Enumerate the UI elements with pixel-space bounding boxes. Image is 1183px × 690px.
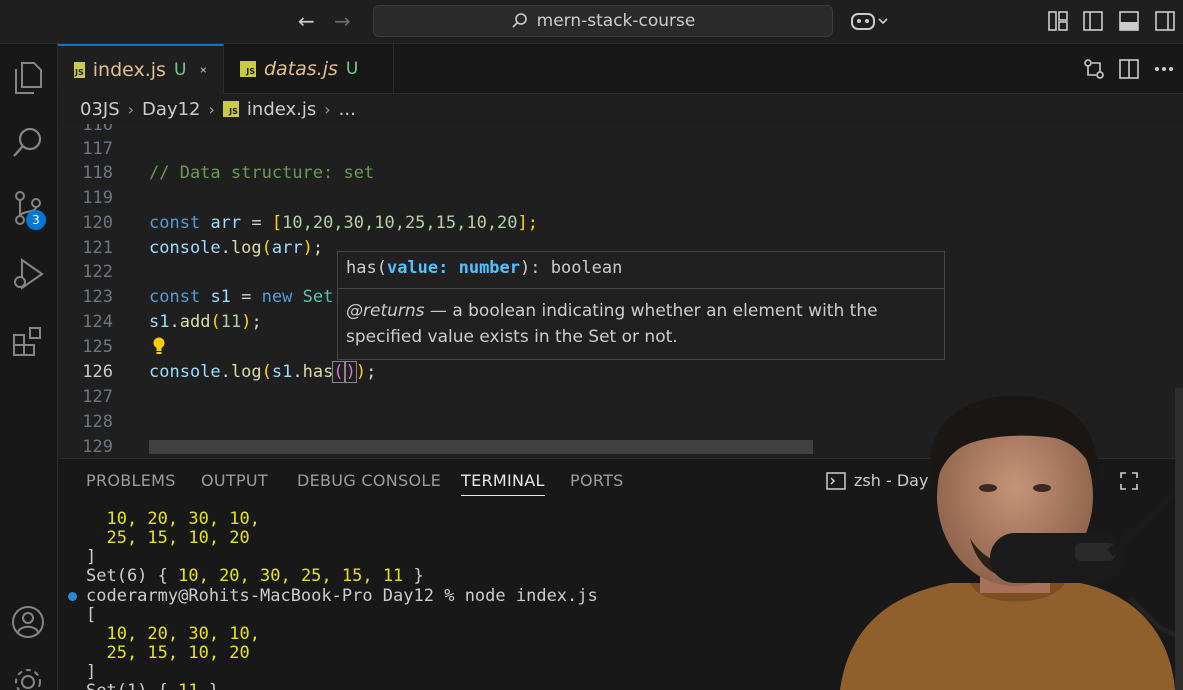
code-line: 116 [82,124,113,135]
breadcrumb-folder[interactable]: Day12 [142,99,200,120]
breadcrumb-symbol[interactable]: ... [339,99,356,120]
copilot-icon[interactable] [850,10,890,32]
source-control-badge: 3 [26,210,46,230]
breadcrumb: 03JS › Day12 › JS index.js › ... [80,96,356,122]
javascript-file-icon: JS [74,62,85,78]
terminal-line: Set(1) { 11 } [86,682,219,690]
back-arrow-icon[interactable]: ← [298,9,315,33]
code-line: 118// Data structure: set [82,163,375,183]
title-bar: ← → mern-stack-course [0,0,1183,44]
command-center-search[interactable]: mern-stack-course [373,5,833,37]
webcam-overlay [830,388,1183,690]
search-icon [512,13,527,28]
tab-output[interactable]: OUTPUT [201,471,268,490]
hover-signature: has(value: number): boolean [346,258,623,278]
toggle-panel-icon[interactable] [1119,11,1139,31]
run-and-debug-icon[interactable] [8,254,48,294]
tab-status: U [345,59,359,79]
open-changes-icon[interactable] [1083,58,1105,80]
lightbulb-icon[interactable] [152,337,166,355]
chevron-right-icon: › [324,99,331,119]
search-icon[interactable] [8,122,48,162]
tab-datas-js[interactable]: JS datas.js U [224,44,394,94]
tab-ports[interactable]: PORTS [570,471,624,490]
terminal-line: Set(6) { 10, 20, 30, 25, 15, 11 } [86,566,424,586]
terminal-line: 10, 20, 30, 10, [86,624,260,644]
forward-arrow-icon[interactable]: → [334,9,351,33]
tab-debug-console[interactable]: DEBUG CONSOLE [297,471,441,490]
terminal-line: ] [86,547,97,567]
accounts-icon[interactable] [8,602,48,642]
horizontal-scrollbar[interactable] [149,440,813,454]
hover-documentation: @returns — a boolean indicating whether … [346,301,878,347]
chevron-right-icon: › [127,99,135,119]
explorer-icon[interactable] [8,58,48,98]
tab-index-js[interactable]: JS index.js U [58,44,224,94]
tab-label: datas.js [264,58,338,80]
command-status-dot [68,592,77,601]
breadcrumb-folder[interactable]: 03JS [80,99,120,120]
search-text: mern-stack-course [536,11,696,31]
terminal-line: [ [86,605,97,625]
tab-status: U [173,60,187,80]
code-line: 117 [82,139,113,159]
editor-tabs: JS index.js U JS datas.js U [58,44,1183,94]
terminal-line: ] [86,662,97,682]
code-line: 119 [82,188,113,208]
tab-label: index.js [92,59,166,81]
split-editor-icon[interactable] [1119,59,1139,79]
manage-gear-icon[interactable] [8,662,48,690]
breadcrumb-file[interactable]: index.js [247,99,316,120]
terminal-line: 25, 15, 10, 20 [86,643,250,663]
code-line: 126 console.log(s1.has()); [82,361,377,383]
toggle-secondary-sidebar-icon[interactable] [1155,11,1175,31]
terminal-line: coderarmy@Rohits-MacBook-Pro Day12 % nod… [86,586,598,606]
activity-bar: 3 [0,44,58,690]
extensions-icon[interactable] [8,322,48,362]
javascript-file-icon: JS [240,61,256,77]
javascript-file-icon: JS [222,101,239,117]
tab-terminal[interactable]: TERMINAL [461,471,545,496]
tab-problems[interactable]: PROBLEMS [86,471,176,490]
terminal-line: 25, 15, 10, 20 [86,528,250,548]
chevron-right-icon: › [208,99,215,119]
toggle-primary-sidebar-icon[interactable] [1083,11,1103,31]
more-actions-icon[interactable] [1154,66,1174,72]
terminal-line: 10, 20, 30, 10, [86,509,260,529]
code-line: 120 const arr = [10,20,30,10,25,15,10,20]… [82,213,539,233]
presenter-image [840,388,1183,690]
hover-divider [338,288,944,289]
close-icon[interactable] [200,63,207,77]
customize-layout-icon[interactable] [1048,11,1068,31]
hover-tooltip: has(value: number): boolean @returns — a… [337,251,945,360]
